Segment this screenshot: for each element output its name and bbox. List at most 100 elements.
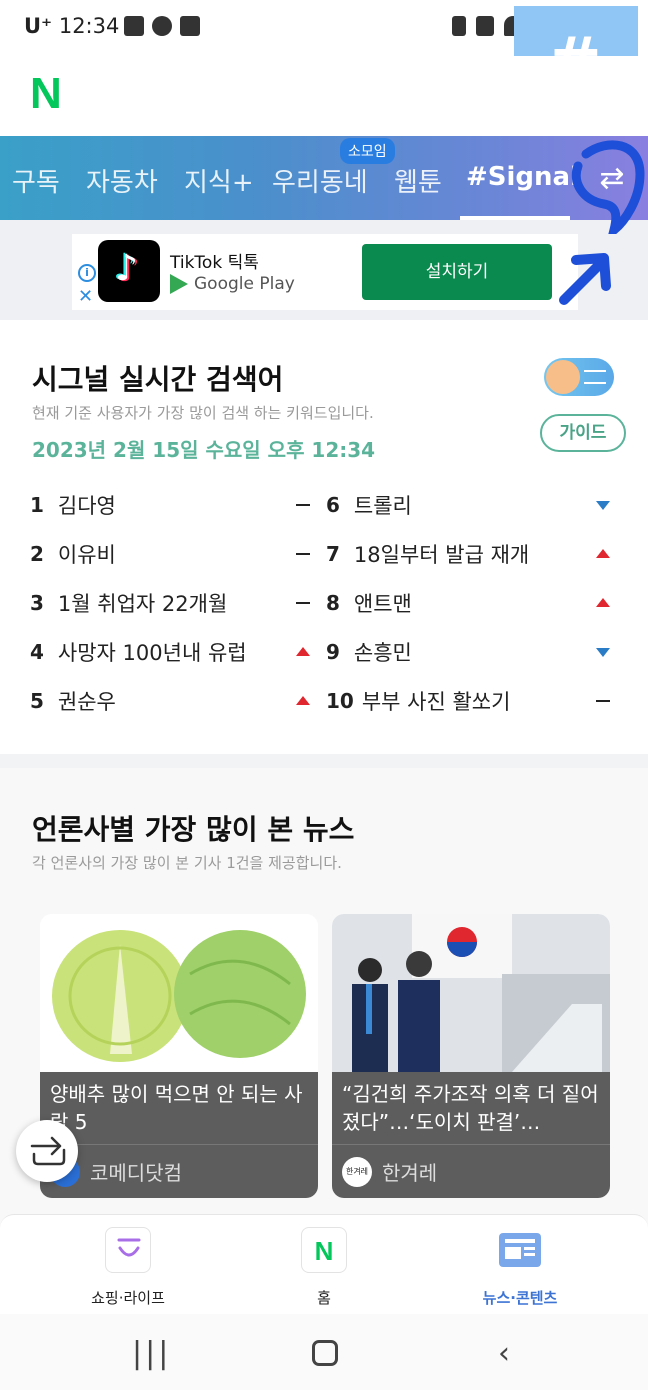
realtime-search-section: 시그널 실시간 검색어 현재 기준 사용자가 가장 많이 검색 하는 키워드입니…: [0, 320, 648, 754]
media-notification-icon: [180, 16, 200, 36]
rank-item[interactable]: 10 부부 사진 활쏘기: [326, 681, 616, 721]
rank-item[interactable]: 3 1월 취업자 22개월: [30, 583, 316, 623]
tab-webtoon[interactable]: 웹툰: [394, 162, 442, 199]
news-headline: “김건희 주가조작 의혹 더 짙어졌다”…‘도이치 판결’…: [332, 1072, 610, 1144]
trend-down-icon: [596, 648, 610, 657]
annotation-arrow: [559, 253, 611, 305]
app-header: N: [0, 56, 648, 136]
trend-same-icon: [296, 602, 310, 604]
carrier-label: U⁺: [24, 14, 53, 38]
tab-knowledge[interactable]: 지식+: [184, 162, 254, 199]
rank-number: 4: [30, 640, 44, 664]
home-logo-glyph: N: [314, 1236, 334, 1266]
image-notification-icon: [124, 16, 144, 36]
trend-down-icon: [596, 501, 610, 510]
rank-number: 7: [326, 542, 340, 566]
rank-item[interactable]: 6 트롤리: [326, 485, 616, 525]
rank-keyword: 권순우: [57, 690, 116, 714]
news-card[interactable]: 양배추 많이 먹으면 안 되는 사람 5 코메디닷컴: [40, 914, 318, 1198]
rank-keyword: 트롤리: [353, 494, 412, 518]
nav-label: 홈: [317, 1289, 331, 1307]
rank-keyword: 부부 사진 활쏘기: [361, 690, 511, 714]
nav-home[interactable]: N 홈: [244, 1227, 404, 1308]
press-name: 한겨레: [382, 1161, 438, 1185]
share-arrow-icon: [30, 1136, 66, 1166]
trend-same-icon: [296, 553, 310, 555]
section-title: 언론사별 가장 많이 본 뉴스: [32, 813, 355, 846]
news-photo: [332, 914, 610, 1072]
rank-item[interactable]: 1 김다영: [30, 485, 316, 525]
rank-keyword: 18일부터 발급 재개: [353, 543, 530, 567]
naver-home-icon: N: [301, 1227, 347, 1273]
section-subtitle: 현재 기준 사용자가 가장 많이 검색 하는 키워드입니다.: [32, 404, 374, 422]
news-card[interactable]: “김건희 주가조작 의혹 더 짙어졌다”…‘도이치 판결’… 한겨레 한겨레: [332, 914, 610, 1198]
naver-logo[interactable]: N: [30, 72, 62, 116]
trend-up-icon: [296, 647, 310, 656]
tab-subscribe[interactable]: 구독: [12, 162, 60, 199]
realtime-toggle[interactable]: [544, 358, 614, 396]
section-divider: [0, 754, 648, 768]
tab-neighborhood[interactable]: 우리동네: [272, 162, 368, 199]
section-subtitle: 각 언론사의 가장 많이 본 기사 1건을 제공합니다.: [32, 854, 342, 872]
home-icon[interactable]: [312, 1340, 338, 1366]
section-title: 시그널 실시간 검색어: [32, 363, 284, 396]
rank-number: 8: [326, 591, 340, 615]
rank-item[interactable]: 9 손흥민: [326, 632, 616, 672]
bottom-navigation: 쇼핑·라이프 N 홈 뉴스·콘텐츠: [0, 1214, 648, 1314]
rank-keyword: 김다영: [57, 494, 116, 518]
rank-item[interactable]: 2 이유비: [30, 534, 316, 574]
mute-icon: [476, 16, 494, 36]
back-icon[interactable]: ‹: [498, 1336, 510, 1371]
chat-notification-icon: [152, 16, 172, 36]
nav-shopping-life[interactable]: 쇼핑·라이프: [48, 1227, 208, 1308]
press-logo-icon: 한겨레: [342, 1156, 372, 1187]
share-fab-button[interactable]: [16, 1120, 78, 1182]
category-tabs: 구독 자동차 지식+ 우리동네 웹툰 #Signal ⇄: [0, 136, 648, 220]
rank-number: 1: [30, 493, 44, 517]
nav-label: 뉴스·콘텐츠: [482, 1289, 558, 1307]
nav-news-contents[interactable]: 뉴스·콘텐츠: [440, 1227, 600, 1308]
news-contents-icon: [497, 1227, 543, 1273]
trend-same-icon: [596, 700, 610, 702]
system-status-icons: [452, 16, 522, 36]
trend-up-icon: [596, 549, 610, 558]
trend-up-icon: [296, 696, 310, 705]
annotation-circle: [571, 140, 645, 234]
rank-number: 3: [30, 591, 44, 615]
tab-signal[interactable]: #Signal: [466, 162, 579, 192]
rank-item[interactable]: 5 권순우: [30, 681, 316, 721]
trend-same-icon: [296, 504, 310, 506]
rank-keyword: 손흥민: [353, 641, 412, 665]
rank-number: 10: [326, 689, 354, 713]
nav-label: 쇼핑·라이프: [91, 1289, 165, 1307]
rank-item[interactable]: 4 사망자 100년내 유럽: [30, 632, 316, 672]
ad-info-icon[interactable]: i: [78, 264, 96, 282]
install-button[interactable]: 설치하기: [362, 244, 552, 300]
recent-apps-icon[interactable]: |||: [132, 1336, 171, 1371]
system-navigation-bar: ||| ‹: [0, 1314, 648, 1390]
tiktok-ad-banner[interactable]: i ✕ ♪ TikTok 틱톡 Google Play 설치하기: [72, 234, 578, 310]
rank-keyword: 이유비: [57, 543, 116, 567]
rank-keyword: 사망자 100년내 유럽: [57, 641, 247, 665]
ad-close-icon[interactable]: ✕: [78, 286, 93, 307]
tab-auto[interactable]: 자동차: [86, 162, 158, 199]
notification-icons: [124, 16, 200, 36]
status-time: U⁺ 12:34: [24, 14, 119, 38]
toggle-lines-icon: [584, 370, 606, 384]
rank-item[interactable]: 7 18일부터 발급 재개: [326, 534, 616, 574]
ad-area: i ✕ ♪ TikTok 틱톡 Google Play 설치하기: [0, 220, 648, 320]
shopping-bag-icon: [105, 1227, 151, 1273]
rank-keyword: 1월 취업자 22개월: [57, 592, 228, 616]
trend-up-icon: [596, 598, 610, 607]
battery-saver-icon: [452, 16, 466, 36]
press-name: 코메디닷컴: [90, 1161, 182, 1185]
search-datetime: 2023년 2월 15일 수요일 오후 12:34: [32, 438, 376, 462]
rank-keyword: 앤트맨: [353, 592, 412, 616]
clock: 12:34: [58, 14, 120, 38]
press-news-section: 언론사별 가장 많이 본 뉴스 각 언론사의 가장 많이 본 기사 1건을 제공…: [0, 768, 648, 1228]
cabbage-image: [40, 914, 318, 1072]
rank-item[interactable]: 8 앤트맨: [326, 583, 616, 623]
news-source: 코메디닷컴: [40, 1144, 318, 1198]
guide-button[interactable]: 가이드: [540, 414, 626, 452]
ad-store-label: Google Play: [194, 274, 295, 294]
